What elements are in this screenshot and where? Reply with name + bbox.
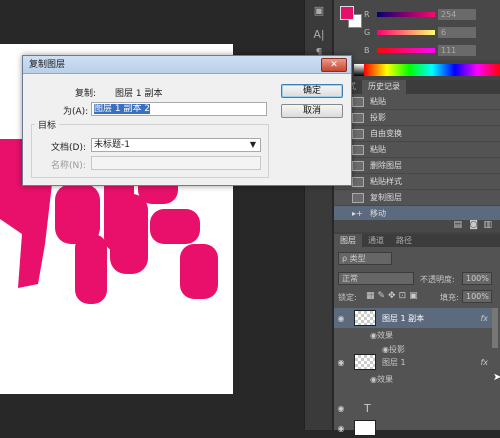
new-layer-name-input[interactable]: 图层 1 副本 2 bbox=[91, 102, 267, 116]
palette-icon[interactable]: ▣ bbox=[311, 4, 327, 20]
eye-icon[interactable]: ◉ bbox=[334, 424, 348, 433]
dialog-title: 复制图层 bbox=[23, 56, 351, 74]
history-item[interactable]: 粘贴 bbox=[334, 142, 500, 158]
camera-icon[interactable]: ◙ bbox=[469, 220, 478, 230]
close-button[interactable]: ✕ bbox=[321, 58, 347, 72]
history-panel: 样式 历史记录 粘贴 投影 自由变换 粘贴 删除图层 粘贴样式 复制图层 ▸+移… bbox=[334, 80, 500, 226]
eye-icon[interactable]: ◉ bbox=[334, 404, 348, 413]
tab-layers[interactable]: 图层 bbox=[334, 234, 362, 247]
foreground-swatch[interactable] bbox=[340, 6, 354, 20]
b-value[interactable]: 111 bbox=[438, 45, 476, 56]
b-slider[interactable] bbox=[377, 48, 435, 53]
lock-label: 锁定: bbox=[338, 293, 357, 302]
trash-icon[interactable]: ▥ bbox=[483, 220, 492, 230]
fill-field[interactable]: 100% bbox=[462, 290, 492, 303]
history-item[interactable]: 粘贴样式 bbox=[334, 174, 500, 190]
document-label: 文档(D): bbox=[51, 143, 86, 153]
duplicate-layer-dialog: 复制图层 ✕ 复制: 图层 1 副本 为(A): 图层 1 副本 2 目标 文档… bbox=[22, 55, 352, 186]
layer-row[interactable]: ◉ bbox=[334, 418, 494, 438]
move-tool-icon: ▸+ bbox=[352, 209, 363, 218]
fx-icon[interactable]: fx bbox=[480, 314, 488, 323]
effects-eye-icon[interactable]: ◉ bbox=[370, 375, 377, 384]
history-item[interactable]: 删除图层 bbox=[334, 158, 500, 174]
history-item[interactable]: 粘贴 bbox=[334, 94, 500, 110]
effects-row[interactable]: ◉ 效果 bbox=[334, 328, 494, 342]
text-layer-icon: T bbox=[364, 401, 371, 415]
eye-icon[interactable]: ◉ bbox=[334, 358, 348, 367]
tab-channels[interactable]: 通道 bbox=[362, 234, 390, 247]
eye-icon[interactable]: ◉ bbox=[334, 314, 348, 323]
opacity-label: 不透明度: bbox=[420, 275, 455, 284]
r-slider[interactable] bbox=[377, 12, 435, 17]
ok-button[interactable]: 确定 bbox=[281, 84, 343, 98]
layers-scrollbar[interactable] bbox=[492, 308, 498, 348]
mouse-cursor-icon: ➤ bbox=[493, 372, 500, 383]
character-icon[interactable]: A| bbox=[311, 28, 327, 44]
document-select[interactable]: 未标题-1 ▼ bbox=[91, 138, 261, 152]
target-label: 目标 bbox=[35, 118, 60, 131]
layer-thumbnail bbox=[354, 310, 376, 326]
fill-label: 填充: bbox=[440, 293, 459, 302]
history-item[interactable]: 自由变换 bbox=[334, 126, 500, 142]
tab-paths[interactable]: 路径 bbox=[390, 234, 418, 247]
effects-row[interactable]: ◉ 效果 bbox=[334, 372, 494, 386]
layer-thumbnail bbox=[354, 354, 376, 370]
cancel-button[interactable]: 取消 bbox=[281, 104, 343, 118]
history-item[interactable]: 复制图层 bbox=[334, 190, 500, 206]
g-label: G bbox=[364, 28, 371, 37]
color-spectrum[interactable] bbox=[364, 64, 500, 76]
layer-row[interactable]: ◉ 图层 1 fx bbox=[334, 352, 494, 372]
opacity-field[interactable]: 100% bbox=[462, 272, 492, 285]
name-input-disabled bbox=[91, 156, 261, 170]
new-snapshot-icon[interactable]: ▤ bbox=[453, 220, 462, 230]
as-label: 为(A): bbox=[63, 107, 89, 117]
copy-label: 复制: bbox=[75, 89, 97, 99]
name-label: 名称(N): bbox=[51, 161, 86, 171]
b-label: B bbox=[364, 46, 370, 55]
text-layer-row[interactable]: ◉ T bbox=[334, 398, 494, 418]
r-value[interactable]: 254 bbox=[438, 9, 476, 20]
copy-value: 图层 1 副本 bbox=[115, 89, 163, 99]
layers-panel: 图层 通道 路径 ρ 类型 正常 不透明度: 100% 锁定: ▦✎✥⊡▣ 填充… bbox=[334, 234, 500, 436]
effects-eye-icon[interactable]: ◉ bbox=[370, 331, 377, 340]
grayscale-ramp[interactable] bbox=[354, 64, 364, 76]
color-panel: R 254 G 6 B 111 bbox=[334, 0, 500, 60]
right-panel: R 254 G 6 B 111 样式 历史记录 粘贴 投影 自由变换 粘贴 删除… bbox=[334, 0, 500, 436]
g-slider[interactable] bbox=[377, 30, 435, 35]
fx-icon[interactable]: fx bbox=[480, 358, 488, 367]
blend-mode-select[interactable]: 正常 bbox=[338, 272, 414, 285]
chevron-down-icon: ▼ bbox=[249, 140, 256, 149]
history-footer: ▤ ◙ ▥ bbox=[334, 220, 500, 232]
r-label: R bbox=[364, 10, 370, 19]
layer-filter-select[interactable]: ρ 类型 bbox=[338, 252, 392, 265]
lock-icons[interactable]: ▦✎✥⊡▣ bbox=[366, 291, 421, 301]
history-item[interactable]: 投影 bbox=[334, 110, 500, 126]
tab-history[interactable]: 历史记录 bbox=[362, 80, 406, 94]
layer-thumbnail bbox=[354, 420, 376, 436]
layer-row-selected[interactable]: ◉ 图层 1 副本 fx bbox=[334, 308, 494, 328]
g-value[interactable]: 6 bbox=[438, 27, 476, 38]
